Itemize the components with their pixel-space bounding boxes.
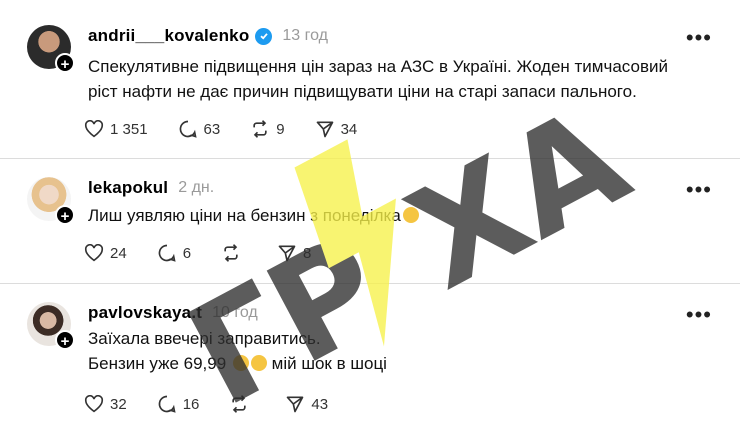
like-count: 1 351: [110, 120, 148, 138]
post-text-line: Заїхала ввечері заправитись.: [88, 329, 321, 348]
post-3: + pavlovskaya.t 10 год ••• Заїхала ввече…: [0, 284, 740, 428]
username[interactable]: pavlovskaya.t: [88, 303, 202, 323]
avatar[interactable]: +: [27, 177, 75, 225]
action-bar: 32 16 43: [84, 393, 358, 415]
post-text: Спекулятивне підвищення цін зараз на АЗС…: [88, 54, 668, 104]
heart-icon: [84, 120, 104, 138]
action-bar: 24 6 8: [84, 242, 341, 264]
comment-icon: [179, 120, 197, 138]
share-icon: [287, 396, 304, 413]
like-button[interactable]: 1 351: [84, 120, 148, 138]
post-text-line: Лиш уявляю ціни на бензин з понеділка: [88, 206, 401, 225]
post-text: Заїхала ввечері заправитись. Бензин уже …: [88, 326, 387, 376]
like-button[interactable]: 32: [84, 395, 127, 413]
repost-icon: [232, 395, 247, 413]
repost-button[interactable]: [221, 243, 247, 263]
post-header: lekapokul 2 дн.: [88, 177, 214, 199]
timestamp[interactable]: 2 дн.: [178, 179, 214, 197]
repost-icon: [253, 120, 267, 138]
post-text-line-2: Бензин уже 69,99 мій шок в шоці: [88, 351, 387, 376]
emoji-icon: [402, 207, 419, 223]
post-1: + andrii___kovalenko 13 год ••• Спекулят…: [0, 0, 740, 158]
reply-count: 63: [203, 120, 221, 138]
reply-count: 6: [182, 244, 192, 262]
username[interactable]: lekapokul: [88, 178, 168, 198]
share-icon: [278, 245, 296, 262]
avatar[interactable]: +: [27, 25, 75, 73]
timestamp[interactable]: 13 год: [282, 27, 328, 45]
post-text: Лиш уявляю ціни на бензин з понеділка: [88, 203, 419, 228]
comment-icon: [158, 244, 176, 262]
timestamp[interactable]: 10 год: [212, 304, 258, 322]
post-text-line: ріст нафти не дає причин підвищувати цін…: [88, 82, 637, 101]
plus-icon[interactable]: +: [55, 205, 75, 225]
post-text-line: Бензин уже 69,99: [88, 354, 227, 373]
like-button[interactable]: 24: [84, 244, 127, 262]
like-count: 32: [110, 395, 127, 413]
share-count: 34: [340, 120, 358, 138]
plus-icon[interactable]: +: [55, 330, 75, 350]
reply-button[interactable]: 16: [157, 394, 200, 414]
more-icon[interactable]: •••: [686, 304, 712, 326]
reply-button[interactable]: 63: [178, 119, 221, 139]
share-icon: [316, 121, 333, 138]
verified-badge-icon: [255, 27, 273, 45]
reply-count: 16: [182, 395, 200, 413]
post-header: andrii___kovalenko 13 год: [88, 25, 328, 47]
more-icon[interactable]: •••: [686, 179, 712, 201]
share-button[interactable]: 43: [285, 394, 328, 414]
heart-icon: [84, 395, 104, 413]
plus-icon[interactable]: +: [55, 53, 75, 73]
share-count: 8: [303, 244, 312, 262]
repost-icon: [224, 244, 238, 262]
emoji-icon: [250, 355, 267, 371]
avatar[interactable]: +: [27, 302, 75, 350]
emoji-icon: [232, 355, 249, 371]
repost-button[interactable]: [229, 394, 255, 414]
reply-button[interactable]: 6: [157, 243, 191, 263]
post-text-line: Спекулятивне підвищення цін зараз на АЗС…: [88, 57, 668, 76]
username[interactable]: andrii___kovalenko: [88, 26, 249, 46]
like-count: 24: [110, 244, 127, 262]
repost-button[interactable]: 9: [250, 119, 285, 139]
action-bar: 1 351 63 9 34: [84, 118, 387, 140]
comment-icon: [158, 395, 176, 413]
heart-icon: [84, 244, 104, 262]
share-button[interactable]: 8: [277, 243, 311, 263]
post-text-line: мій шок в шоці: [271, 354, 387, 373]
share-count: 43: [311, 395, 329, 413]
repost-count: 9: [276, 120, 285, 138]
post-2: + lekapokul 2 дн. ••• Лиш уявляю ціни на…: [0, 159, 740, 283]
share-button[interactable]: 34: [315, 119, 358, 139]
post-header: pavlovskaya.t 10 год: [88, 302, 258, 324]
more-icon[interactable]: •••: [686, 27, 712, 49]
